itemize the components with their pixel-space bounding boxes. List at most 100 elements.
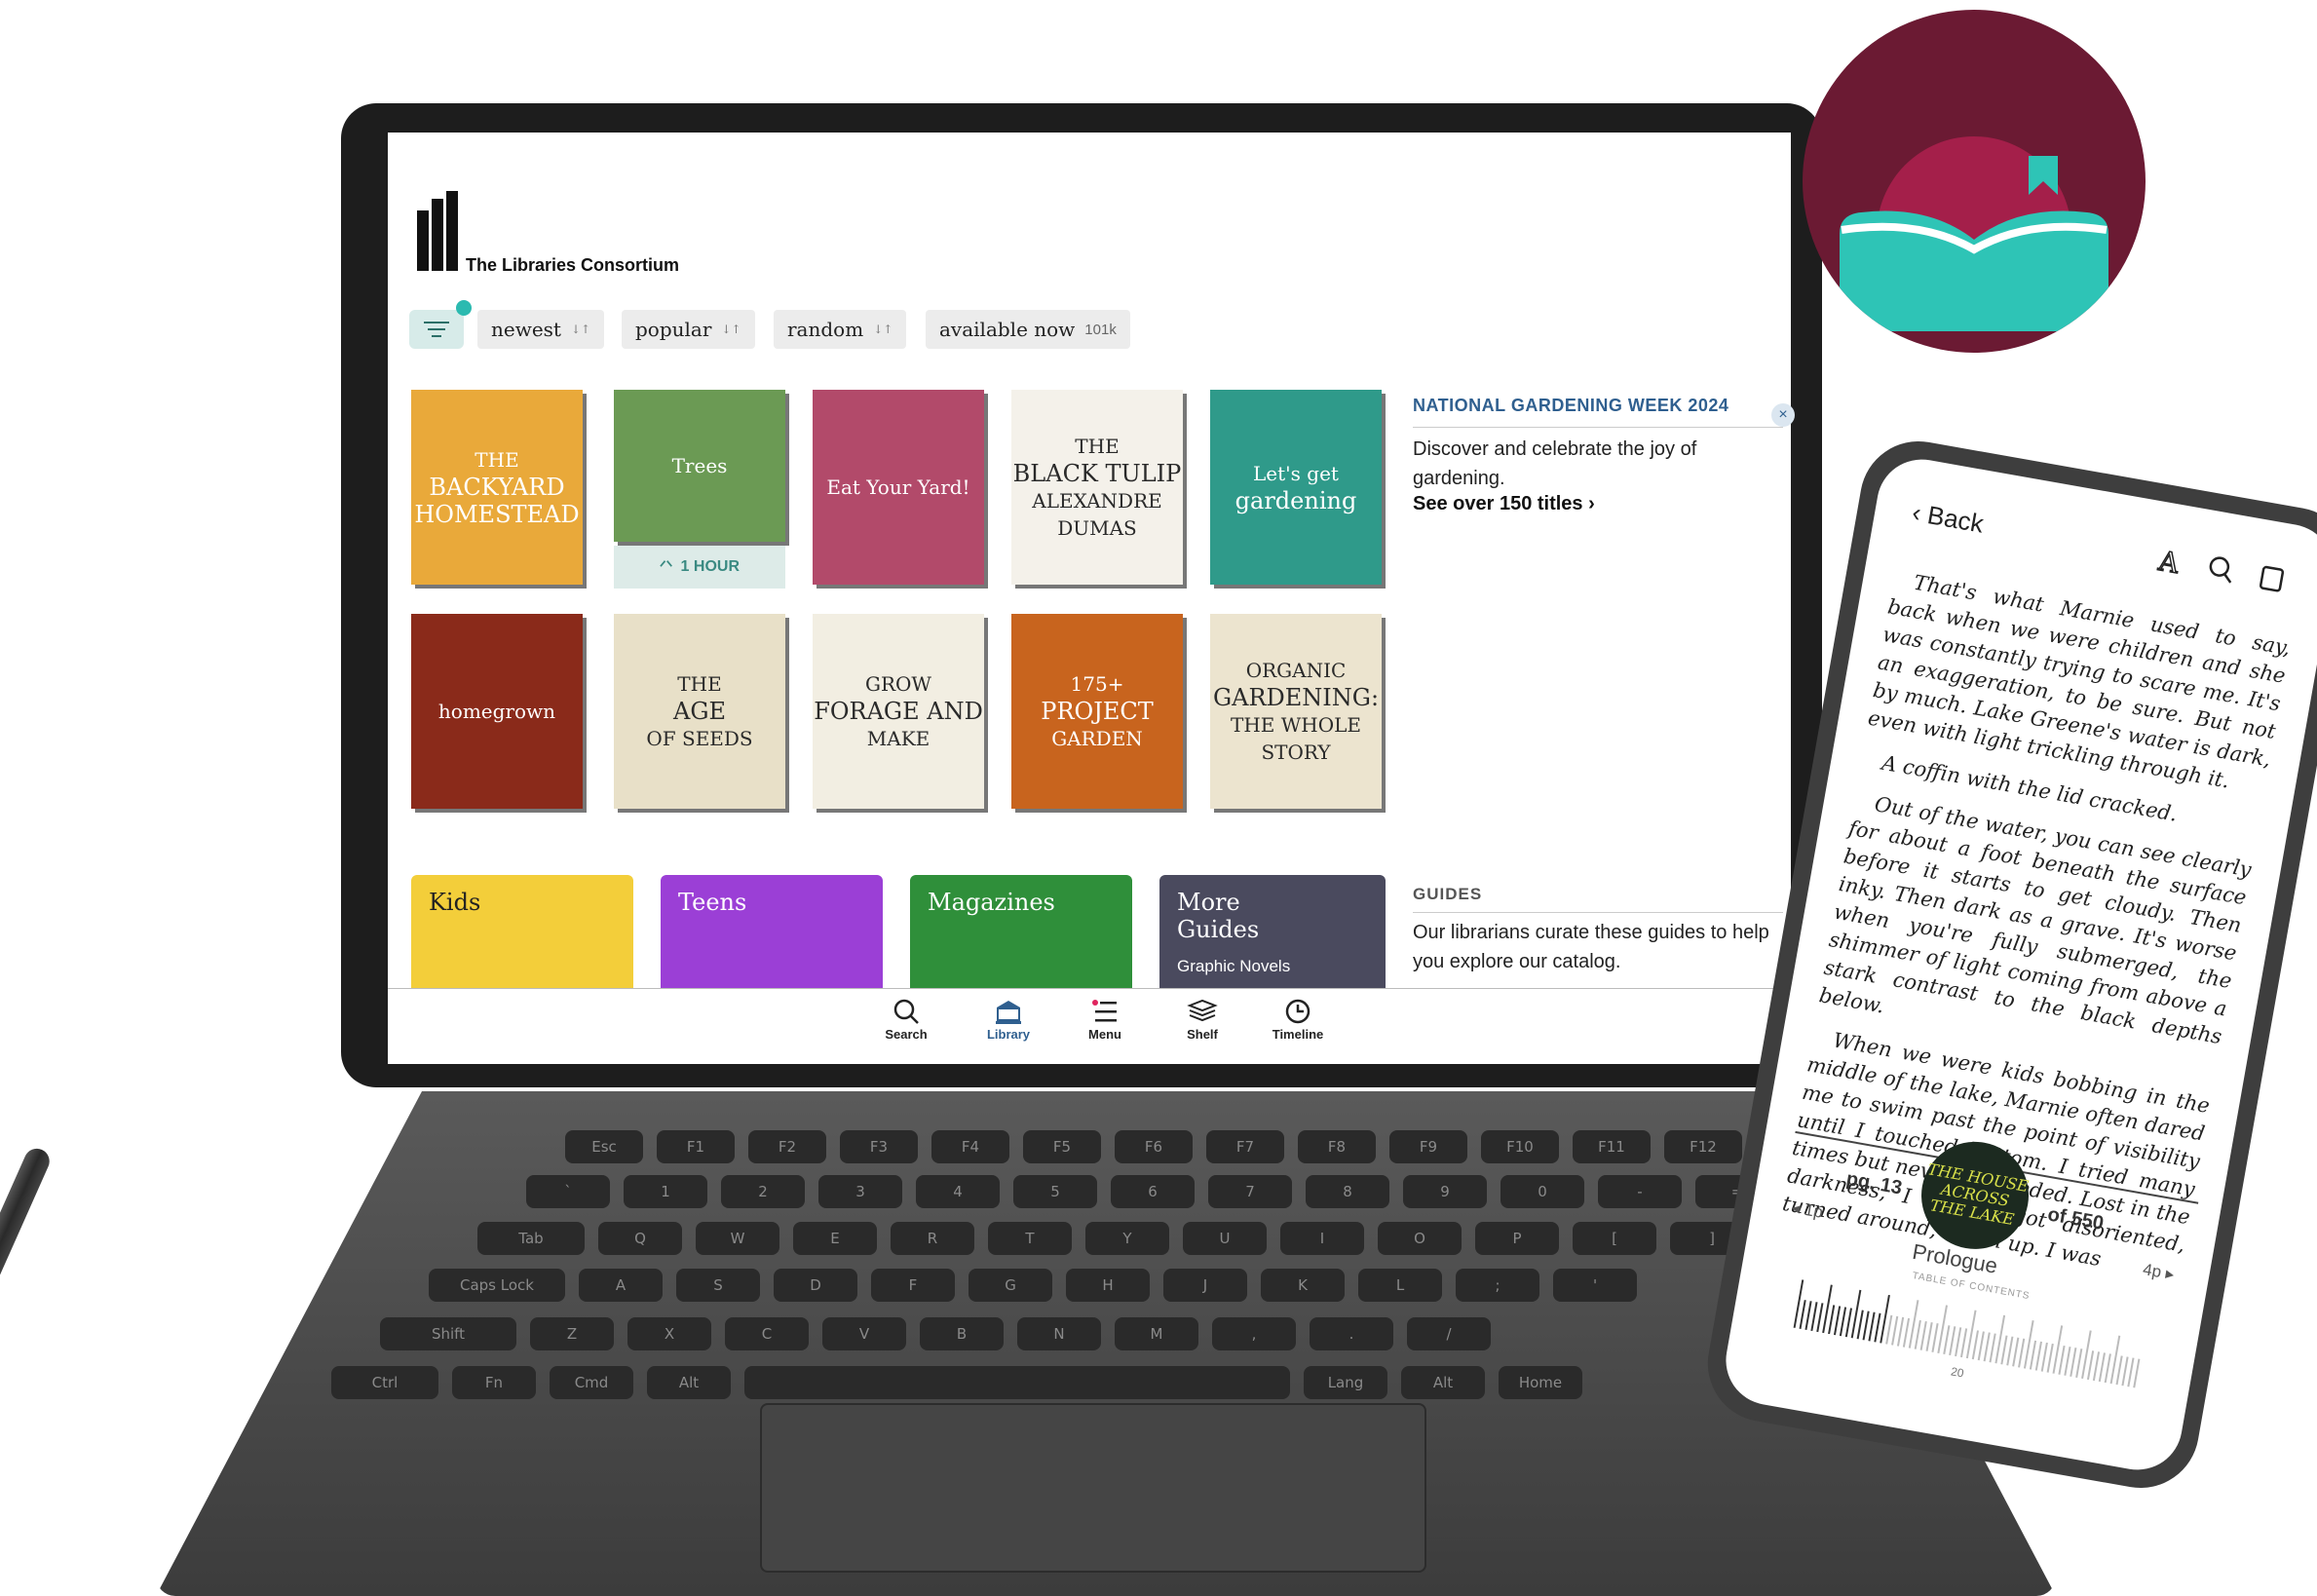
- keyboard-key[interactable]: O: [1378, 1222, 1462, 1255]
- book-cover[interactable]: GROW FORAGE AND MAKE: [813, 614, 984, 809]
- keyboard-key[interactable]: Caps Lock: [429, 1269, 565, 1302]
- book-cover[interactable]: THE BLACK TULIP ALEXANDRE DUMAS: [1011, 390, 1183, 585]
- keyboard-key[interactable]: ,: [1212, 1317, 1296, 1350]
- keyboard-key[interactable]: ;: [1456, 1269, 1539, 1302]
- page-scrubber[interactable]: [1790, 1274, 2146, 1393]
- chip-random[interactable]: random ↓↑: [774, 310, 907, 349]
- chip-available-now[interactable]: available now 101k: [926, 310, 1130, 349]
- keyboard-key[interactable]: L: [1358, 1269, 1442, 1302]
- keyboard-key[interactable]: Tab: [477, 1222, 585, 1255]
- keyboard-key[interactable]: G: [969, 1269, 1052, 1302]
- keyboard-key[interactable]: F3: [840, 1130, 918, 1163]
- text-size-icon[interactable]: A: [2150, 542, 2188, 580]
- keyboard-key[interactable]: F1: [657, 1130, 735, 1163]
- keyboard-key[interactable]: Fn: [452, 1366, 536, 1399]
- keyboard-key[interactable]: W: [696, 1222, 779, 1255]
- nav-shelf[interactable]: Shelf: [1163, 996, 1241, 1042]
- keyboard-key[interactable]: D: [774, 1269, 857, 1302]
- promo-link[interactable]: See over 150 titles ›: [1413, 493, 1595, 515]
- back-button[interactable]: ‹ Back: [1910, 497, 1986, 539]
- keyboard-key[interactable]: /: [1407, 1317, 1491, 1350]
- book-cover[interactable]: 175+ PROJECT GARDEN: [1011, 614, 1183, 809]
- keyboard-key[interactable]: T: [988, 1222, 1072, 1255]
- keyboard-key[interactable]: 4: [916, 1175, 1000, 1208]
- book-cover[interactable]: homegrown: [411, 614, 583, 809]
- filter-button[interactable]: [409, 310, 464, 349]
- keyboard-key[interactable]: Cmd: [550, 1366, 633, 1399]
- guide-tile-kids[interactable]: Kids: [411, 875, 633, 988]
- keyboard-key[interactable]: F2: [748, 1130, 826, 1163]
- keyboard-key[interactable]: V: [822, 1317, 906, 1350]
- keyboard-key[interactable]: ': [1553, 1269, 1637, 1302]
- keyboard-key[interactable]: Lang: [1304, 1366, 1387, 1399]
- keyboard-key[interactable]: M: [1115, 1317, 1198, 1350]
- keyboard-key[interactable]: 2: [721, 1175, 805, 1208]
- keyboard-key[interactable]: F: [871, 1269, 955, 1302]
- keyboard-key[interactable]: R: [891, 1222, 974, 1255]
- keyboard-key[interactable]: F5: [1023, 1130, 1101, 1163]
- keyboard-key[interactable]: F9: [1389, 1130, 1467, 1163]
- keyboard-key[interactable]: F11: [1573, 1130, 1651, 1163]
- keyboard-key[interactable]: Alt: [647, 1366, 731, 1399]
- keyboard-key[interactable]: 8: [1306, 1175, 1389, 1208]
- nav-menu[interactable]: Menu: [1066, 996, 1144, 1042]
- keyboard-key[interactable]: F7: [1206, 1130, 1284, 1163]
- keyboard-key[interactable]: Home: [1499, 1366, 1582, 1399]
- keyboard-key[interactable]: K: [1261, 1269, 1345, 1302]
- keyboard-key[interactable]: S: [676, 1269, 760, 1302]
- nav-search[interactable]: Search: [867, 996, 945, 1042]
- book-cover[interactable]: THE AGE OF SEEDS: [614, 614, 785, 809]
- nav-library[interactable]: Library: [969, 996, 1047, 1042]
- keyboard-key[interactable]: F6: [1115, 1130, 1193, 1163]
- keyboard-key[interactable]: 6: [1111, 1175, 1195, 1208]
- close-icon[interactable]: ×: [1771, 403, 1795, 427]
- keyboard-key[interactable]: N: [1017, 1317, 1101, 1350]
- keyboard-key[interactable]: Z: [530, 1317, 614, 1350]
- keyboard-key[interactable]: Alt: [1401, 1366, 1485, 1399]
- keyboard-key[interactable]: .: [1310, 1317, 1393, 1350]
- keyboard-key[interactable]: U: [1183, 1222, 1267, 1255]
- keyboard-key[interactable]: `: [526, 1175, 610, 1208]
- keyboard-key[interactable]: P: [1475, 1222, 1559, 1255]
- nav-timeline[interactable]: Timeline: [1259, 996, 1337, 1042]
- keyboard-key[interactable]: X: [627, 1317, 711, 1350]
- keyboard-key[interactable]: A: [579, 1269, 663, 1302]
- keyboard-key[interactable]: J: [1163, 1269, 1247, 1302]
- book-cover[interactable]: ORGANIC GARDENING: THE WHOLE STORY: [1210, 614, 1382, 809]
- trackpad[interactable]: [760, 1403, 1426, 1573]
- keyboard-key[interactable]: 9: [1403, 1175, 1487, 1208]
- keyboard-key[interactable]: 5: [1013, 1175, 1097, 1208]
- keyboard-key[interactable]: I: [1280, 1222, 1364, 1255]
- keyboard-key[interactable]: 0: [1500, 1175, 1584, 1208]
- book-cover[interactable]: THE BACKYARD HOMESTEAD: [411, 390, 583, 585]
- guide-tile-more-guides[interactable]: More Guides Graphic Novels: [1159, 875, 1386, 988]
- keyboard-key[interactable]: Esc: [565, 1130, 643, 1163]
- keyboard-key[interactable]: B: [920, 1317, 1004, 1350]
- keyboard-key[interactable]: H: [1066, 1269, 1150, 1302]
- keyboard-key[interactable]: Y: [1085, 1222, 1169, 1255]
- book-cover[interactable]: Let's get gardening: [1210, 390, 1382, 585]
- keyboard-key[interactable]: 1: [624, 1175, 707, 1208]
- guide-tile-magazines[interactable]: Magazines: [910, 875, 1132, 988]
- keyboard-key[interactable]: -: [1598, 1175, 1682, 1208]
- book-cover[interactable]: Trees: [614, 390, 785, 542]
- bookmark-icon[interactable]: [2253, 559, 2291, 597]
- keyboard-key[interactable]: F4: [931, 1130, 1009, 1163]
- search-icon[interactable]: [2203, 551, 2241, 589]
- book-cover[interactable]: Eat Your Yard!: [813, 390, 984, 585]
- keyboard-key[interactable]: F8: [1298, 1130, 1376, 1163]
- keyboard-key[interactable]: 7: [1208, 1175, 1292, 1208]
- keyboard-key[interactable]: F10: [1481, 1130, 1559, 1163]
- keyboard-key[interactable]: [744, 1366, 1290, 1399]
- keyboard-key[interactable]: C: [725, 1317, 809, 1350]
- keyboard-key[interactable]: Q: [598, 1222, 682, 1255]
- guide-tile-teens[interactable]: Teens: [661, 875, 883, 988]
- keyboard-key[interactable]: Shift: [380, 1317, 516, 1350]
- chip-newest[interactable]: newest ↓↑: [477, 310, 605, 349]
- keyboard-key[interactable]: Ctrl: [331, 1366, 438, 1399]
- keyboard-key[interactable]: F12: [1664, 1130, 1742, 1163]
- keyboard-key[interactable]: 3: [818, 1175, 902, 1208]
- keyboard-key[interactable]: [: [1573, 1222, 1656, 1255]
- chip-popular[interactable]: popular ↓↑: [622, 310, 755, 349]
- keyboard-key[interactable]: E: [793, 1222, 877, 1255]
